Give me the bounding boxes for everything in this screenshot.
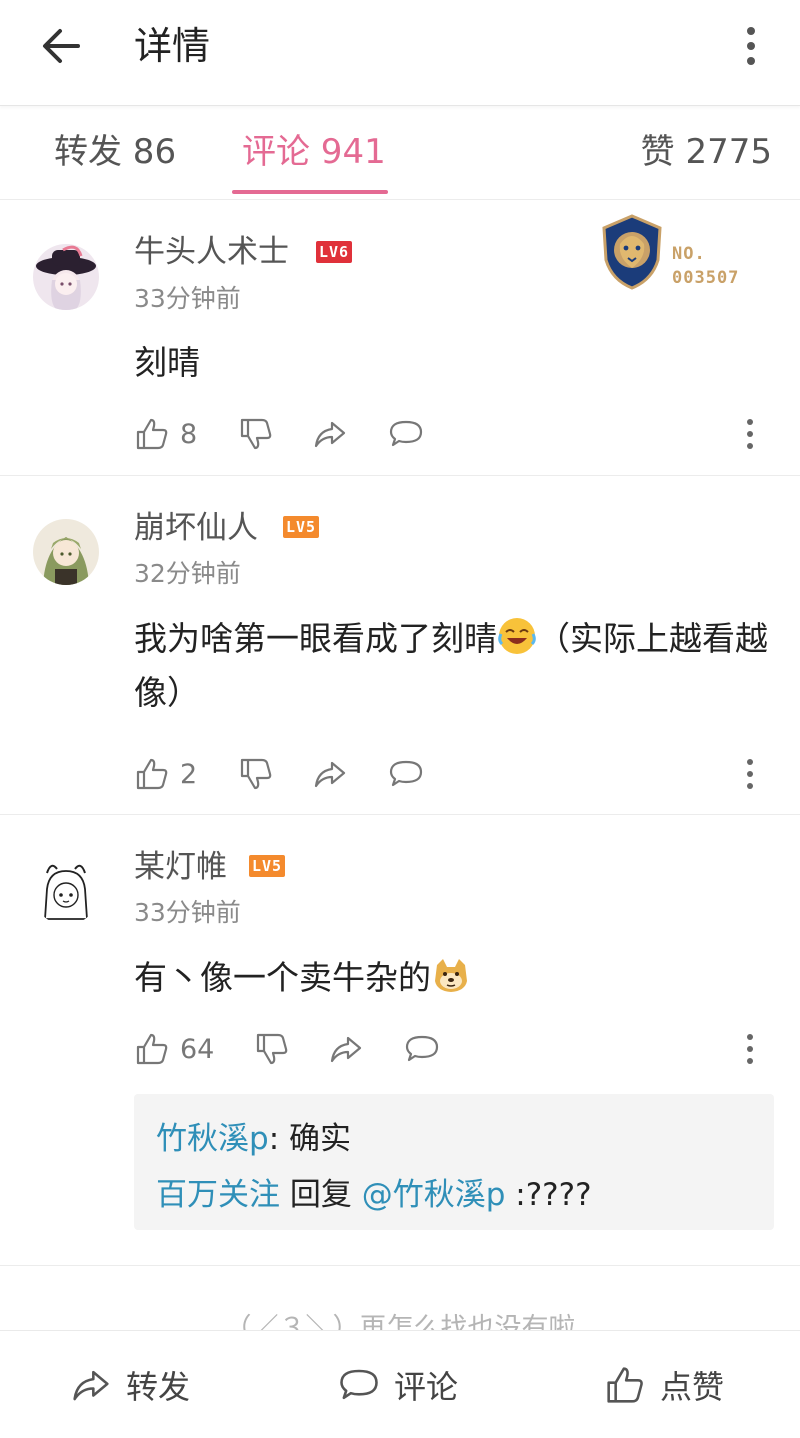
comment-more-icon[interactable] [738, 1029, 762, 1069]
share-arrow-icon [73, 1370, 109, 1401]
comment-item: 崩坏仙人 LV5 32分钟前 我为啥第一眼看成了刻晴 （实际上越看越像） 2 [0, 476, 800, 815]
like-post-button[interactable]: 点赞 [604, 1363, 724, 1407]
avatar[interactable] [33, 859, 99, 925]
share-button[interactable] [312, 414, 348, 454]
badge-number-line2: 003507 [672, 268, 740, 288]
thumbs-down-icon [240, 758, 272, 790]
top-bar: 详情 [0, 0, 800, 106]
alliance-lion-badge-icon [600, 214, 664, 290]
reply-button[interactable] [404, 1029, 440, 1069]
reply-separator: : [268, 1121, 289, 1157]
avatar[interactable] [33, 244, 99, 310]
comment-text-part1: 我为啥第一眼看成了刻晴 [134, 619, 497, 658]
repost-label: 转发 [126, 1368, 191, 1406]
tab-reposts[interactable]: 转发 86 [54, 130, 176, 174]
back-arrow-icon[interactable] [38, 24, 86, 68]
like-label: 点赞 [660, 1368, 725, 1406]
badge-number-line1: NO. [672, 244, 706, 264]
thumbs-down-icon [256, 1033, 288, 1065]
share-button[interactable] [312, 754, 348, 794]
badge-number: NO. 003507 [672, 242, 739, 290]
reply-mention[interactable]: @竹秋溪p [362, 1177, 506, 1213]
comment-actions: 8 [134, 414, 454, 454]
repost-button[interactable]: 转发 [70, 1363, 190, 1407]
more-options-icon[interactable] [736, 24, 766, 68]
share-arrow-icon [330, 1036, 362, 1063]
bottom-action-bar: 转发 评论 点赞 [0, 1330, 800, 1438]
thumbs-up-icon [136, 418, 168, 450]
share-button[interactable] [328, 1029, 364, 1069]
comment-time: 32分钟前 [134, 559, 241, 588]
comment-content: 我为啥第一眼看成了刻晴 （实际上越看越像） [134, 612, 774, 720]
comment-label: 评论 [394, 1368, 459, 1406]
reply-text: :???? [505, 1177, 592, 1213]
like-count: 64 [180, 1033, 215, 1065]
speech-bubble-icon [389, 420, 423, 447]
share-arrow-icon [314, 761, 346, 788]
speech-bubble-icon [389, 760, 423, 787]
reply-button[interactable] [388, 754, 424, 794]
like-count: 2 [180, 758, 198, 790]
share-arrow-icon [314, 421, 346, 448]
tab-likes[interactable]: 赞 2775 [641, 130, 772, 174]
reply-text: 确实 [289, 1121, 351, 1157]
reply-author[interactable]: 竹秋溪p [156, 1121, 269, 1157]
dislike-button[interactable] [254, 1029, 290, 1069]
comment-content: 有丶像一个卖牛杂的 [134, 951, 774, 1005]
thumbs-down-icon [240, 418, 272, 450]
reply-button[interactable] [388, 414, 424, 454]
dislike-button[interactable] [238, 414, 274, 454]
level-badge: LV5 [283, 516, 320, 538]
comment-item: 牛头人术士 LV6 33分钟前 NO. 003507 刻晴 8 [0, 200, 800, 476]
laughing-crying-emoji-icon [498, 618, 536, 654]
speech-bubble-icon [405, 1035, 439, 1062]
replies-box[interactable]: 竹秋溪p: 确实 百万关注 回复 @竹秋溪p :???? [134, 1094, 774, 1230]
page-title: 详情 [134, 24, 211, 68]
avatar[interactable] [33, 519, 99, 585]
comment-content: 刻晴 [134, 343, 200, 382]
reply-item: 百万关注 回复 @竹秋溪p :???? [156, 1174, 592, 1216]
username[interactable]: 某灯帷 [134, 847, 227, 887]
comment-text: 有丶像一个卖牛杂的 [134, 958, 431, 997]
username[interactable]: 牛头人术士 [134, 232, 289, 272]
comment-actions: 64 [134, 1029, 454, 1069]
reply-author[interactable]: 百万关注 [156, 1177, 280, 1213]
dislike-button[interactable] [238, 754, 274, 794]
comment-actions: 2 [134, 754, 454, 794]
comment-time: 33分钟前 [134, 284, 241, 313]
reply-item: 竹秋溪p: 确实 [156, 1118, 351, 1160]
like-button[interactable]: 2 [134, 754, 197, 794]
thumbs-up-icon [136, 1033, 168, 1065]
end-of-list-hint: （／３＼）再怎么找也没有啦 [224, 1313, 576, 1332]
doge-emoji-icon [435, 959, 467, 992]
speech-bubble-icon [340, 1369, 378, 1400]
thumbs-up-icon [136, 758, 168, 790]
like-count: 8 [180, 418, 198, 450]
comment-more-icon[interactable] [738, 754, 762, 794]
active-tab-indicator [232, 190, 388, 194]
reply-separator: 回复 [280, 1177, 362, 1213]
thumbs-up-icon [607, 1367, 643, 1403]
tab-comments[interactable]: 评论 941 [242, 130, 386, 174]
level-badge: LV6 [316, 241, 353, 263]
level-badge: LV5 [249, 855, 286, 877]
comment-more-icon[interactable] [738, 414, 762, 454]
comment-time: 33分钟前 [134, 898, 241, 927]
like-button[interactable]: 64 [134, 1029, 214, 1069]
username[interactable]: 崩坏仙人 [134, 508, 258, 548]
comment-button[interactable]: 评论 [338, 1363, 458, 1407]
like-button[interactable]: 8 [134, 414, 197, 454]
tab-bar: 转发 86 评论 941 赞 2775 [0, 106, 800, 200]
